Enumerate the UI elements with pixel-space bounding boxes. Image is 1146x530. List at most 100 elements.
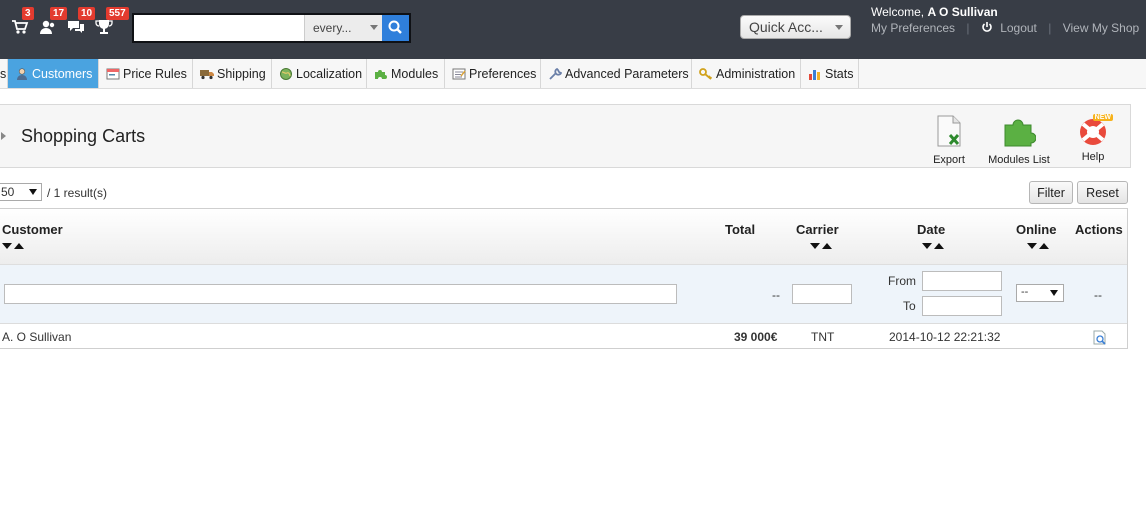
export-icon	[929, 115, 969, 150]
tab-preferences[interactable]: Preferences	[445, 59, 541, 88]
welcome-prefix: Welcome,	[871, 5, 925, 19]
sort-desc-icon[interactable]	[922, 243, 932, 249]
chevron-down-icon	[1050, 290, 1058, 296]
trophy-icon	[95, 20, 113, 34]
sort-desc-icon[interactable]	[1027, 243, 1037, 249]
sort-desc-icon[interactable]	[2, 243, 12, 249]
cart-notification[interactable]: 3	[10, 7, 34, 38]
carrier-filter-input[interactable]	[792, 284, 852, 304]
search-scope-select[interactable]: every...	[304, 15, 382, 41]
page-header-panel: Shopping Carts Export Modules List NEW H…	[0, 104, 1131, 168]
tab-label: Administration	[716, 67, 796, 81]
sort-carrier[interactable]	[810, 243, 832, 251]
sort-asc-icon[interactable]	[1039, 243, 1049, 249]
wrench-icon	[548, 67, 563, 80]
customer-icon	[15, 68, 29, 80]
tab-stats[interactable]: Stats	[801, 59, 859, 88]
customer-filter-input[interactable]	[4, 284, 677, 304]
table-row[interactable]: A. O Sullivan 39 000€ TNT 2014-10-12 22:…	[0, 325, 1127, 349]
help-label: Help	[1081, 151, 1105, 163]
top-bar: 3 17 10 557 every... Quick Acc... Welcom…	[0, 0, 1146, 59]
actions-filter-placeholder: --	[1094, 288, 1102, 302]
tab-orders-partial[interactable]: s	[0, 59, 8, 88]
per-page-select[interactable]: 50	[0, 183, 42, 201]
key-icon	[699, 68, 713, 80]
preferences-icon	[452, 68, 466, 80]
shopping-carts-table: Customer Total Carrier Date Online Actio…	[0, 208, 1128, 349]
tab-label: Price Rules	[123, 67, 187, 81]
chevron-right-icon	[1, 132, 6, 140]
sort-online[interactable]	[1027, 243, 1049, 251]
search-box: every...	[132, 13, 411, 43]
message-notification[interactable]: 10	[66, 7, 96, 38]
tab-shipping[interactable]: Shipping	[193, 59, 272, 88]
customer-icon	[40, 20, 55, 34]
tab-label: Stats	[825, 67, 854, 81]
tab-administration[interactable]: Administration	[692, 59, 801, 88]
price-rules-icon	[106, 68, 120, 80]
truck-icon	[200, 68, 214, 80]
view-details-icon[interactable]	[1092, 330, 1108, 348]
sort-asc-icon[interactable]	[934, 243, 944, 249]
tab-customers[interactable]: Customers	[8, 59, 99, 88]
sort-asc-icon[interactable]	[822, 243, 832, 249]
date-to-input[interactable]	[922, 296, 1002, 316]
cell-carrier: TNT	[811, 330, 835, 344]
trophy-notification[interactable]: 557	[94, 7, 129, 38]
sort-customer[interactable]	[2, 243, 24, 251]
welcome-text: Welcome, A O Sullivan	[871, 5, 998, 19]
cell-date: 2014-10-12 22:21:32	[889, 330, 1001, 344]
view-my-shop-link[interactable]: View My Shop	[1063, 21, 1139, 35]
date-from-label: From	[888, 274, 916, 288]
chevron-down-icon	[370, 25, 378, 30]
quick-access-dropdown[interactable]: Quick Acc...	[740, 15, 851, 39]
modules-list-button[interactable]: Modules List	[987, 115, 1051, 166]
tab-label: Preferences	[469, 67, 537, 81]
quick-access-label: Quick Acc...	[749, 19, 823, 35]
search-icon	[388, 20, 402, 34]
online-filter-value: --	[1021, 286, 1029, 298]
separator: |	[966, 21, 970, 35]
tab-label: s	[0, 67, 7, 81]
user-name: A O Sullivan	[927, 5, 998, 19]
power-icon	[981, 21, 993, 33]
customer-notification[interactable]: 17	[38, 7, 68, 38]
cart-count-badge: 3	[22, 7, 34, 20]
trophy-count-badge: 557	[106, 7, 129, 20]
stats-icon	[808, 68, 822, 80]
tab-label: Advanced Parameters	[565, 67, 689, 81]
cell-customer: A. O Sullivan	[2, 330, 72, 344]
search-scope-label: every...	[313, 21, 352, 35]
lifebuoy-icon: NEW	[1077, 114, 1113, 147]
export-button[interactable]: Export	[929, 115, 969, 166]
sort-asc-icon[interactable]	[14, 243, 24, 249]
online-filter-select[interactable]: --	[1016, 284, 1064, 302]
logout-link[interactable]: Logout	[1000, 21, 1037, 35]
tab-modules[interactable]: Modules	[367, 59, 445, 88]
tab-localization[interactable]: Localization	[272, 59, 367, 88]
help-button[interactable]: NEW Help	[1075, 114, 1113, 163]
tab-price-rules[interactable]: Price Rules	[99, 59, 193, 88]
search-input[interactable]	[134, 15, 302, 41]
column-total: Total	[725, 222, 756, 237]
cell-total: 39 000€	[734, 330, 778, 344]
tab-advanced-parameters[interactable]: Advanced Parameters	[541, 59, 692, 88]
cart-icon	[12, 20, 29, 34]
date-to-label: To	[903, 299, 916, 313]
customer-count-badge: 17	[50, 7, 68, 20]
reset-button[interactable]: Reset	[1077, 181, 1128, 204]
tab-label: Localization	[296, 67, 363, 81]
column-online: Online	[1016, 222, 1057, 237]
results-count: / 1 result(s)	[47, 186, 108, 200]
export-label: Export	[933, 154, 965, 166]
filter-button[interactable]: Filter	[1029, 181, 1073, 204]
sort-desc-icon[interactable]	[810, 243, 820, 249]
date-from-input[interactable]	[922, 271, 1002, 291]
total-filter-placeholder: --	[772, 288, 780, 302]
search-button[interactable]	[382, 15, 409, 41]
chevron-down-icon	[29, 189, 37, 195]
page-title: Shopping Carts	[21, 126, 146, 146]
sort-date[interactable]	[922, 243, 944, 251]
new-badge: NEW	[1092, 114, 1113, 121]
my-preferences-link[interactable]: My Preferences	[871, 21, 955, 35]
